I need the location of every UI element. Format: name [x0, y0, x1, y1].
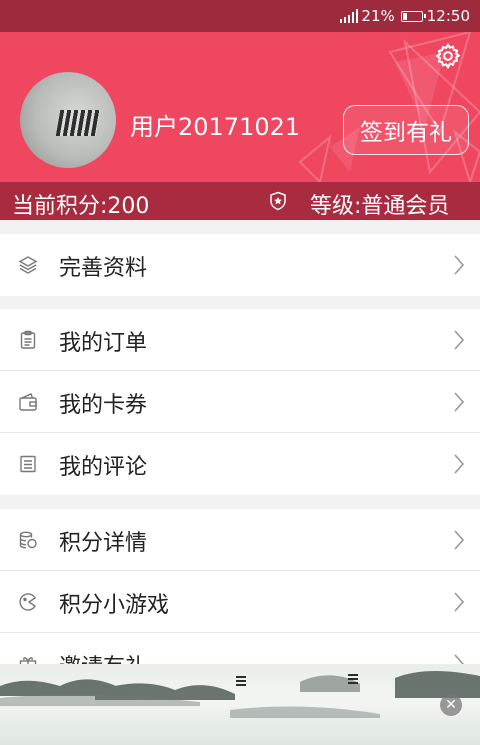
game-icon: [19, 593, 36, 611]
status-bar: 21% 12:50: [0, 0, 480, 32]
document-icon: [20, 455, 36, 473]
chevron-right-icon: [454, 330, 465, 350]
menu-item-my-coupons[interactable]: 我的卡券: [0, 371, 480, 433]
chevron-right-icon: [454, 392, 465, 412]
menu-item-points-details[interactable]: 积分详情: [0, 509, 480, 571]
menu-item-label: 我的评论: [59, 455, 148, 480]
checkin-button[interactable]: 签到有礼: [343, 105, 469, 155]
signal-icon: [340, 9, 359, 23]
menu-item-my-orders[interactable]: 我的订单: [0, 309, 480, 371]
username: 用户20171021: [130, 113, 301, 141]
landscape-ink-image: [0, 671, 480, 718]
coins-icon: [19, 531, 37, 549]
layers-icon: [18, 256, 38, 274]
menu-item-label: 我的订单: [59, 331, 148, 356]
menu-item-label: 积分小游戏: [59, 593, 170, 618]
ad-banner[interactable]: ✕: [0, 664, 480, 745]
chevron-right-icon: [454, 255, 465, 275]
clock: 12:50: [426, 7, 470, 25]
close-ad-button[interactable]: ✕: [440, 694, 462, 716]
menu-item-label: 积分详情: [59, 531, 148, 556]
points-label: 当前积分:200: [12, 194, 150, 219]
chevron-right-icon: [454, 592, 465, 612]
battery-icon: [400, 10, 426, 22]
avatar[interactable]: [20, 72, 116, 168]
menu-item-my-reviews[interactable]: 我的评论: [0, 433, 480, 495]
menu-item-complete-profile[interactable]: 完善资料: [0, 234, 480, 296]
menu-group-orders: 我的订单 我的卡券 我的评论: [0, 309, 480, 495]
wallet-icon: [19, 393, 37, 411]
points-bar: 当前积分:200 等级:普通会员: [0, 182, 480, 220]
clipboard-icon: [20, 330, 36, 349]
level-label: 等级:普通会员: [310, 194, 450, 219]
chevron-right-icon: [454, 454, 465, 474]
gear-icon[interactable]: [434, 42, 462, 70]
profile-header: 用户20171021 签到有礼: [0, 32, 480, 182]
menu-item-label: 我的卡券: [59, 393, 148, 418]
battery-percent: 21%: [361, 7, 395, 25]
rank-badge-icon: [270, 191, 286, 211]
chevron-right-icon: [454, 530, 465, 550]
menu-group-profile: 完善资料: [0, 234, 480, 296]
menu-item-points-games[interactable]: 积分小游戏: [0, 571, 480, 633]
menu-item-label: 完善资料: [59, 256, 148, 281]
